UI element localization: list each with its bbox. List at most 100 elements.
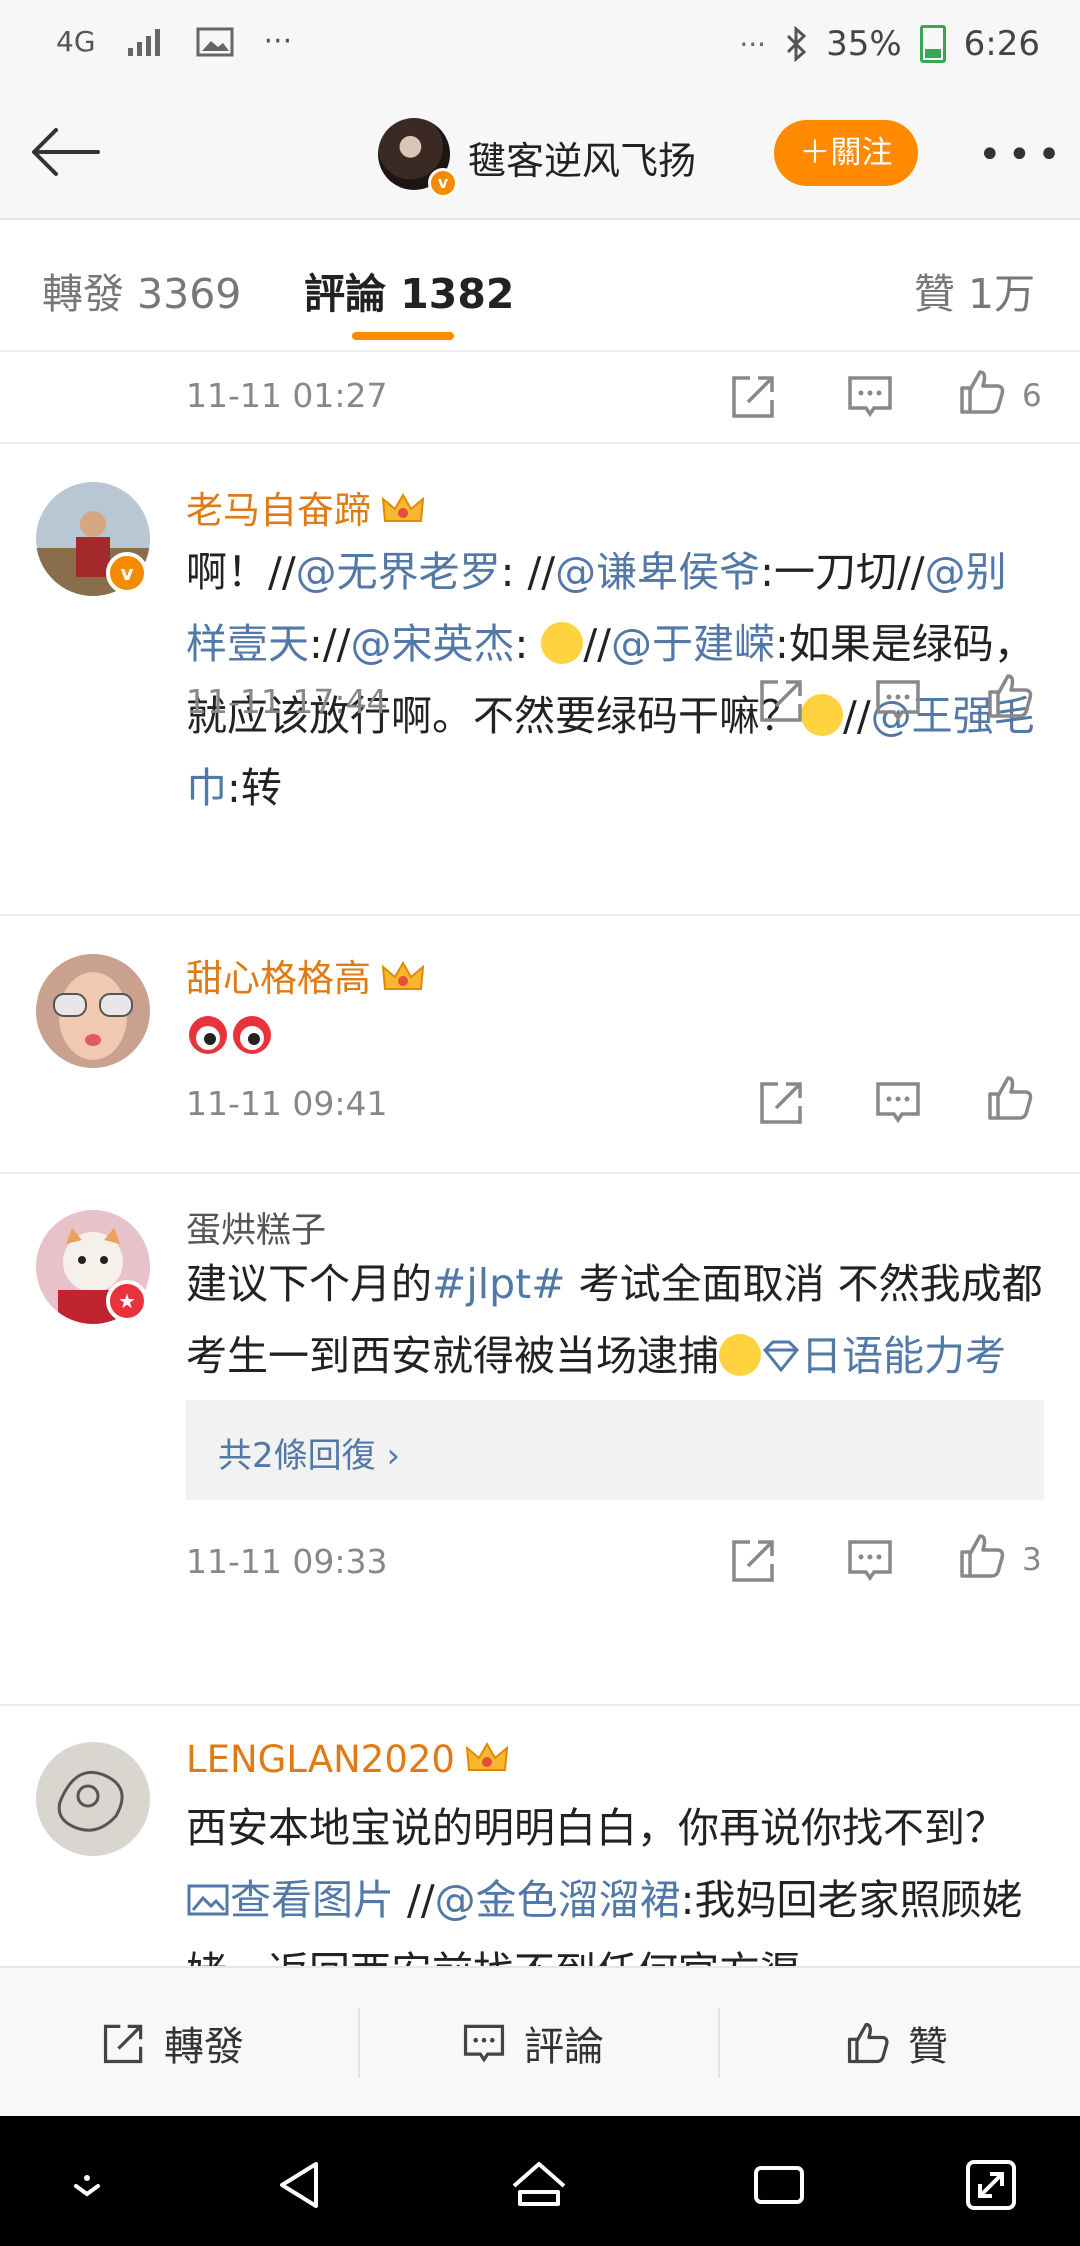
bluetooth-icon: [787, 26, 807, 62]
comment-text: 西安本地宝说的明明白白，你再说你找不到？ 查看图片 //@金色溜溜裙:我妈回老家…: [186, 1792, 1046, 1966]
avatar-image-icon: [36, 954, 150, 1068]
mention-link[interactable]: @于建嵘: [611, 620, 775, 668]
smile-emoji-icon: [719, 1334, 761, 1376]
commenter-avatar[interactable]: [36, 954, 150, 1068]
like-icon[interactable]: [984, 1072, 1036, 1124]
status-more-indicator: ···: [263, 24, 293, 59]
repost-icon[interactable]: [728, 370, 780, 422]
list-item: v 老马自奋蹄 啊！//@无界老罗: //@谦卑侯爷:一刀切//@别样壹天://…: [0, 444, 1080, 916]
battery-percent: 35%: [826, 24, 902, 64]
crown-vip-icon: [381, 960, 425, 990]
repost-icon[interactable]: [756, 1076, 808, 1128]
list-item: 甜心格格高 11-11 09:41: [0, 916, 1080, 1174]
verified-badge-icon: v: [428, 168, 458, 198]
chevron-down-icon[interactable]: [58, 2156, 116, 2214]
commenter-name-text: 老马自奋蹄: [186, 489, 371, 532]
home-nav-icon[interactable]: [510, 2156, 568, 2214]
text-run: //: [394, 1876, 435, 1924]
repost-icon[interactable]: [728, 1534, 780, 1586]
commenter-name-text: LENGLAN2020: [186, 1738, 455, 1781]
weibo-eyes-emoji-icon: [186, 1014, 276, 1060]
battery-icon: [919, 25, 946, 63]
commenter-name[interactable]: 老马自奋蹄: [186, 480, 425, 534]
comment-icon[interactable]: [844, 1534, 896, 1586]
comment-time: 11-11 17:44: [186, 682, 388, 721]
like-icon[interactable]: [984, 670, 1036, 722]
back-nav-icon[interactable]: [272, 2156, 330, 2214]
commenter-name-text: 甜心格格高: [186, 957, 371, 1000]
mention-link[interactable]: @金色溜溜裙: [435, 1876, 681, 1924]
sweat-emoji-icon: [541, 622, 584, 664]
tab-comment[interactable]: 評論 1382: [304, 260, 514, 320]
bottom-comment-label: 評論: [524, 2024, 604, 2070]
comment-icon[interactable]: [872, 674, 924, 726]
recent-apps-icon[interactable]: [750, 2156, 808, 2214]
post-tabs: 轉發 3369 評論 1382 贊 1万: [0, 220, 1080, 352]
active-tab-indicator: [352, 332, 454, 340]
bottom-like-label: 贊: [908, 2024, 948, 2070]
diamond-icon: [762, 1340, 800, 1373]
mention-link[interactable]: @谦卑侯爷: [555, 548, 760, 596]
commenter-name[interactable]: 甜心格格高: [186, 948, 425, 1002]
status-dots: ···: [739, 27, 767, 61]
like-icon[interactable]: [956, 1530, 1008, 1582]
avatar-image-icon: [36, 1742, 150, 1856]
comment-icon[interactable]: [872, 1076, 924, 1128]
commenter-name[interactable]: 蛋烘糕子: [186, 1202, 326, 1253]
bottom-action-bar: 轉發 評論 贊: [0, 1966, 1080, 2118]
system-nav-bar: [0, 2116, 1080, 2246]
like-count: 6: [1022, 378, 1042, 414]
bottom-repost-button[interactable]: 轉發: [100, 2014, 244, 2072]
like-count: 3: [1022, 1542, 1042, 1578]
comment-icon: [463, 2024, 505, 2063]
verified-badge-icon: v: [106, 552, 148, 594]
text-run: 啊！//: [186, 548, 296, 596]
repost-icon: [103, 2024, 143, 2064]
tab-repost[interactable]: 轉發 3369: [42, 260, 241, 320]
bottom-like-button[interactable]: 贊: [844, 2014, 948, 2072]
author-name[interactable]: 毽客逆风飞扬: [468, 130, 696, 185]
bottom-comment-button[interactable]: 評論: [460, 2014, 604, 2072]
commenter-name[interactable]: LENGLAN2020: [186, 1738, 509, 1781]
follow-button[interactable]: ＋關注: [774, 120, 918, 186]
text-run: :: [514, 620, 542, 668]
comment-list[interactable]: 11-11 01:27 6 v 老马自奋蹄 啊！//@无界老罗: //@谦卑侯爷…: [0, 352, 1080, 1966]
replies-box[interactable]: 共2條回復 ›: [186, 1400, 1044, 1500]
image-icon: [196, 27, 234, 56]
like-icon: [847, 2022, 889, 2064]
mention-link[interactable]: @宋英杰: [350, 620, 514, 668]
repost-icon[interactable]: [756, 674, 808, 726]
crown-vip-icon: [381, 492, 425, 522]
expand-screen-icon[interactable]: [962, 2156, 1020, 2214]
comment-time: 11-11 01:27: [186, 376, 388, 415]
list-item: LENGLAN2020 西安本地宝说的明明白白，你再说你找不到？ 查看图片 //…: [0, 1706, 1080, 1966]
view-image-text: 查看图片: [230, 1876, 394, 1924]
more-options-button[interactable]: •••: [978, 132, 1067, 178]
like-icon[interactable]: [956, 366, 1008, 418]
view-replies-link[interactable]: 共2條回復 ›: [218, 1428, 400, 1477]
text-run: //: [583, 620, 611, 668]
divider: [718, 2008, 720, 2078]
mention-link[interactable]: @无界老罗: [296, 548, 501, 596]
text-run: 西安本地宝说的明明白白，你再说你找不到？: [186, 1804, 1006, 1852]
comment-time: 11-11 09:41: [186, 1084, 388, 1123]
text-run: //: [843, 692, 871, 740]
network-type: 4G: [56, 25, 96, 58]
comment-time: 11-11 09:33: [186, 1542, 388, 1581]
crown-vip-icon: [465, 1741, 509, 1771]
image-icon: [187, 1884, 229, 1916]
post-header: v 毽客逆风飞扬 ＋關注 •••: [0, 90, 1080, 220]
bottom-repost-label: 轉發: [164, 2024, 244, 2070]
view-image-link[interactable]: 查看图片: [186, 1876, 394, 1924]
text-run: :一刀切//: [760, 548, 925, 596]
member-badge-icon: ★: [106, 1280, 148, 1322]
commenter-avatar[interactable]: [36, 1742, 150, 1856]
comment-icon[interactable]: [844, 370, 896, 422]
text-run: ://: [309, 620, 351, 668]
tab-like[interactable]: 贊 1万: [914, 260, 1035, 320]
clock: 6:26: [963, 24, 1040, 64]
text-run: 建议下个月的: [186, 1260, 432, 1308]
hashtag-link[interactable]: #jlpt#: [432, 1260, 566, 1308]
back-arrow-icon[interactable]: [26, 122, 106, 182]
text-run: : //: [500, 548, 556, 596]
